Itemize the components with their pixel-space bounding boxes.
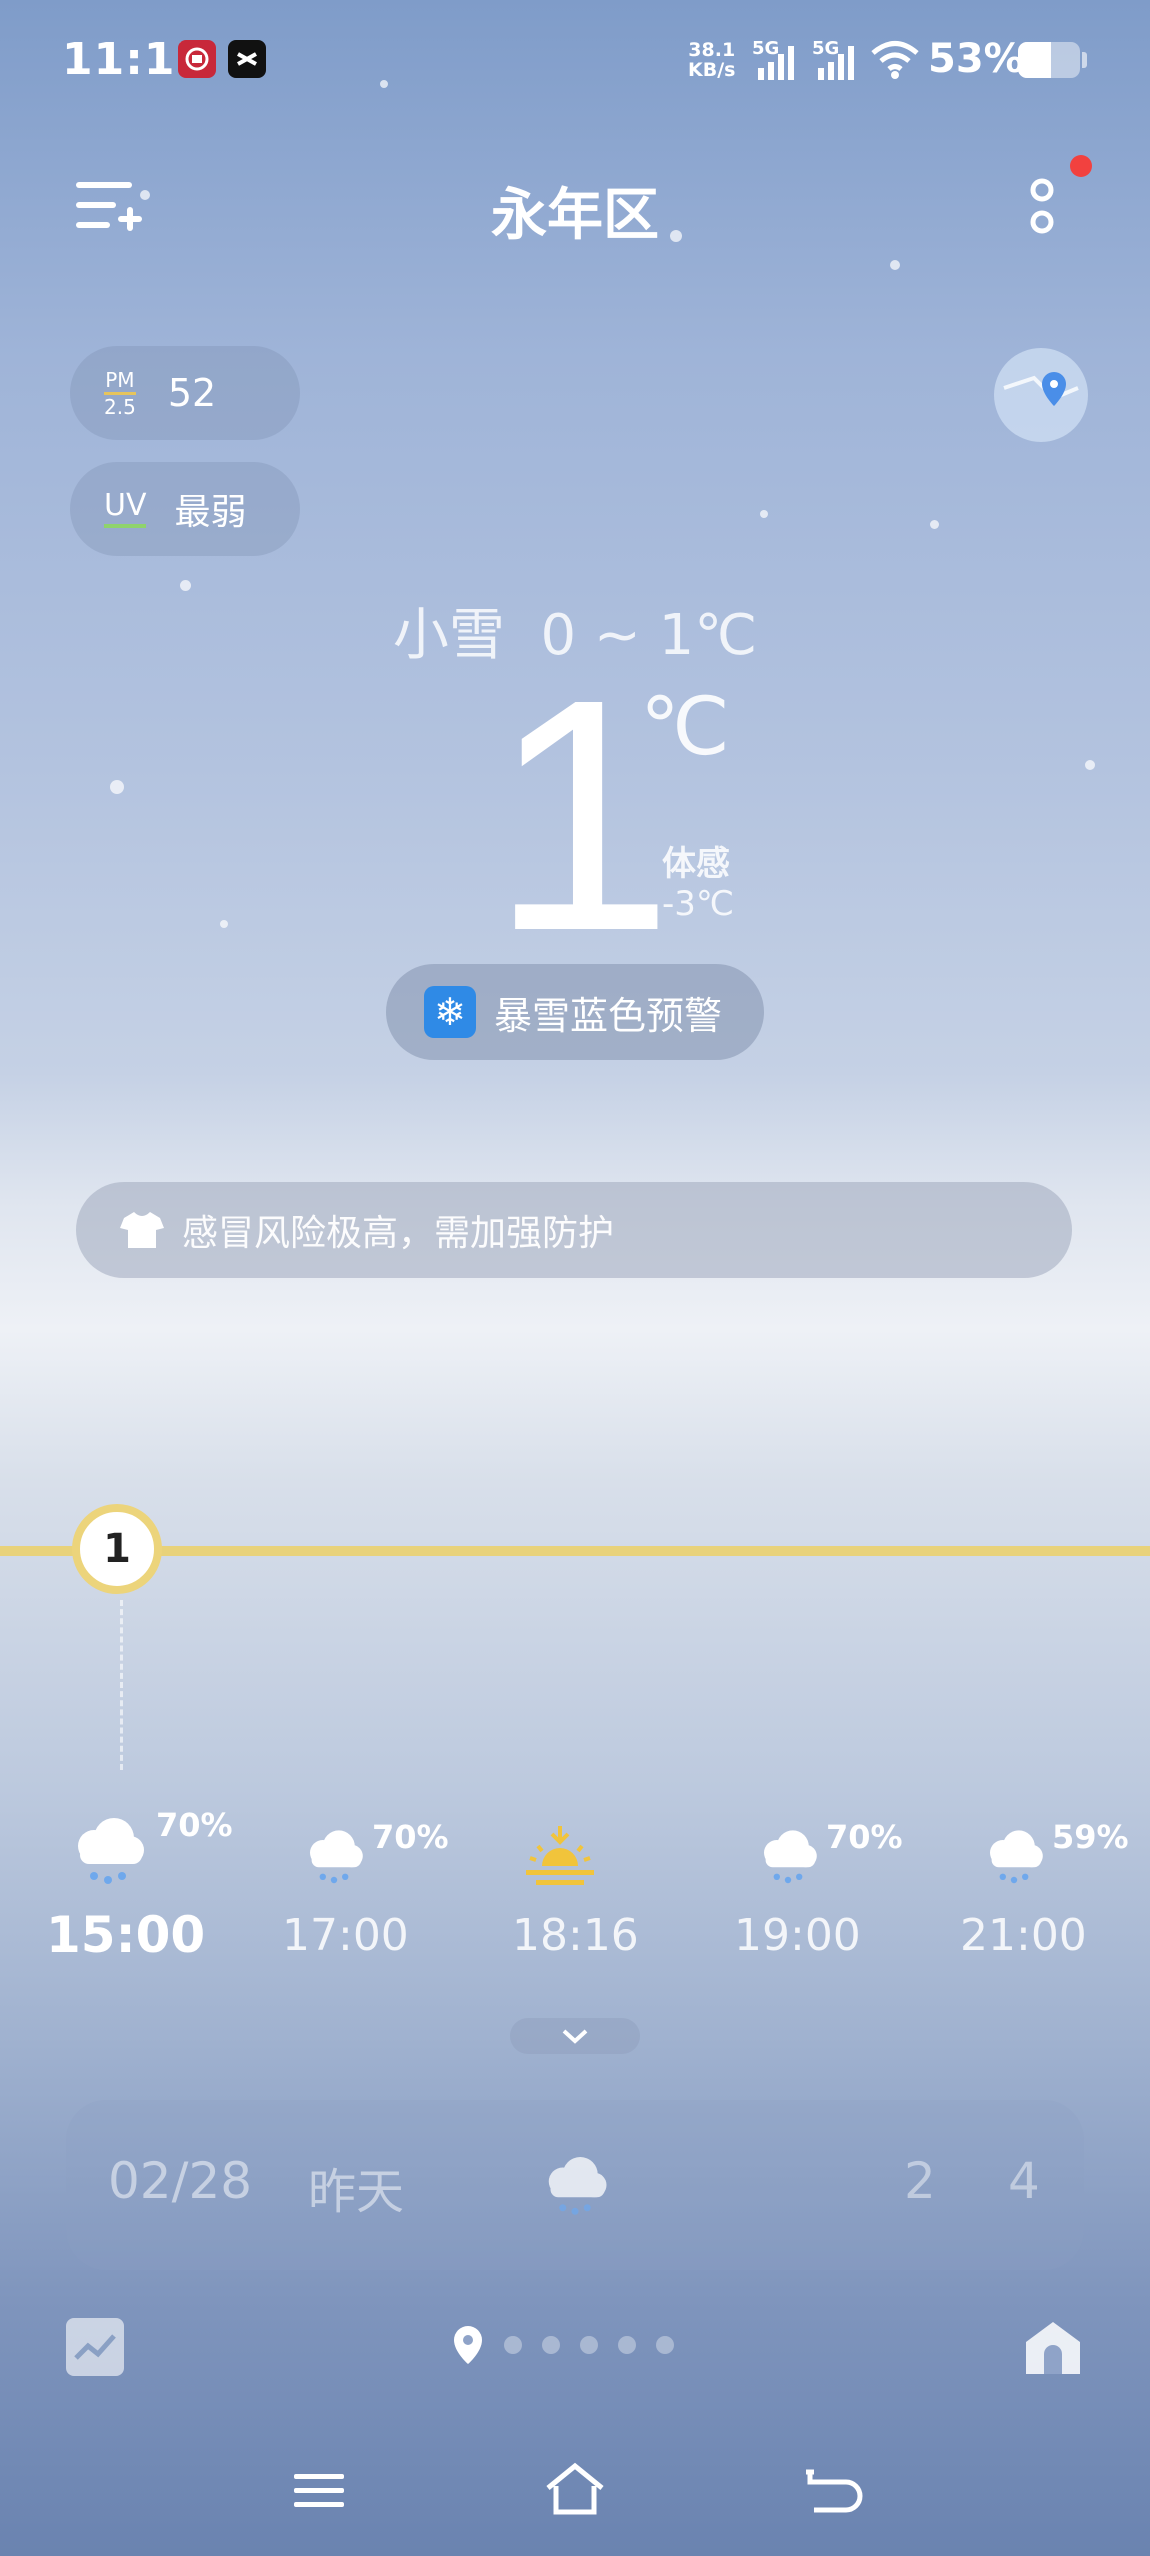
pm25-value: 52 — [167, 371, 217, 415]
page-indicator-dot[interactable] — [542, 2336, 560, 2354]
chevron-down-icon — [562, 2029, 588, 2044]
snow-cloud-icon — [764, 1830, 817, 1884]
precip-chance: 70% — [156, 1806, 233, 1844]
signal-icon — [758, 46, 794, 80]
precip-chance: 70% — [372, 1818, 449, 1856]
trend-chart-icon — [74, 2334, 116, 2360]
sunset-icon — [526, 1826, 594, 1885]
signal-icon — [818, 46, 854, 80]
health-tip-bar[interactable]: 感冒风险极高，需加强防护 — [76, 1182, 1072, 1278]
notification-app-icon — [178, 40, 216, 78]
temperature-marker: 1 — [72, 1504, 162, 1594]
weather-alert-pill[interactable]: ❄ 暴雪蓝色预警 — [386, 964, 764, 1060]
expand-forecast-button[interactable] — [510, 2018, 640, 2054]
home-nav-icon[interactable] — [540, 2460, 610, 2520]
feels-like-value: -3℃ — [662, 884, 735, 924]
daily-date: 02/28 — [108, 2152, 253, 2210]
daily-high: 2 — [904, 2152, 936, 2210]
hour-time: 21:00 — [960, 1910, 1087, 1961]
page-indicator-dot[interactable] — [580, 2336, 598, 2354]
pm25-label: PM 2.5 — [104, 367, 136, 419]
hour-time: 15:00 — [46, 1906, 206, 1964]
hour-time: 19:00 — [734, 1910, 861, 1961]
snow-particle — [380, 80, 388, 88]
snow-cloud-icon — [78, 1818, 144, 1884]
notification-dot — [1070, 155, 1092, 177]
uv-pill[interactable]: UV 最弱 — [70, 462, 300, 556]
daily-day-name: 昨天 — [308, 2164, 405, 2220]
feels-like-label: 体感 — [662, 844, 730, 884]
back-nav-icon[interactable] — [796, 2460, 866, 2520]
hour-time: 18:16 — [512, 1910, 639, 1961]
pm25-pill[interactable]: PM 2.5 52 — [70, 346, 300, 440]
location-pin-icon[interactable] — [452, 2324, 484, 2366]
page-indicator-dot[interactable] — [618, 2336, 636, 2354]
more-options-icon[interactable] — [1024, 176, 1060, 240]
notification-app-icon — [228, 40, 266, 78]
map-pin-icon — [1003, 372, 1079, 406]
menu-nav-icon[interactable] — [284, 2460, 354, 2520]
home-widget-icon[interactable] — [1022, 2316, 1084, 2378]
condition-text: 小雪 — [392, 603, 505, 668]
precip-chance: 70% — [826, 1818, 903, 1856]
snow-cloud-icon — [548, 2157, 607, 2215]
uv-value: 最弱 — [174, 492, 247, 533]
snow-particle — [110, 780, 124, 794]
battery-icon — [1018, 42, 1080, 78]
snow-cloud-icon — [310, 1830, 363, 1884]
tshirt-icon — [120, 1212, 164, 1248]
page-indicator-dot[interactable] — [656, 2336, 674, 2354]
snow-particle — [1085, 760, 1095, 770]
snow-particle — [890, 260, 900, 270]
alert-text: 暴雪蓝色预警 — [494, 993, 723, 1038]
snow-particle — [220, 920, 228, 928]
battery-tip — [1082, 52, 1087, 68]
city-title: 永年区 — [491, 183, 659, 248]
snow-cloud-icon — [990, 1830, 1043, 1884]
trend-chart-button[interactable] — [66, 2318, 124, 2376]
snow-particle — [760, 510, 768, 518]
health-tip-text: 感冒风险极高，需加强防护 — [182, 1213, 615, 1254]
snowflake-icon: ❄ — [424, 986, 476, 1038]
map-button[interactable] — [994, 348, 1088, 442]
network-speed: 38.1 KB/s — [688, 39, 736, 81]
temperature-trend-line — [0, 1546, 1150, 1556]
precip-chance: 59% — [1052, 1818, 1129, 1856]
wifi-icon — [871, 41, 919, 79]
daily-low: 4 — [1008, 2152, 1040, 2210]
temperature-unit: ℃ — [640, 680, 730, 773]
hour-time: 17:00 — [282, 1910, 409, 1961]
uv-label: UV — [104, 490, 147, 528]
page-indicator-dot[interactable] — [504, 2336, 522, 2354]
marker-dashed-line — [120, 1600, 123, 1770]
battery-percent: 53% — [928, 36, 1024, 82]
snow-particle — [930, 520, 939, 529]
